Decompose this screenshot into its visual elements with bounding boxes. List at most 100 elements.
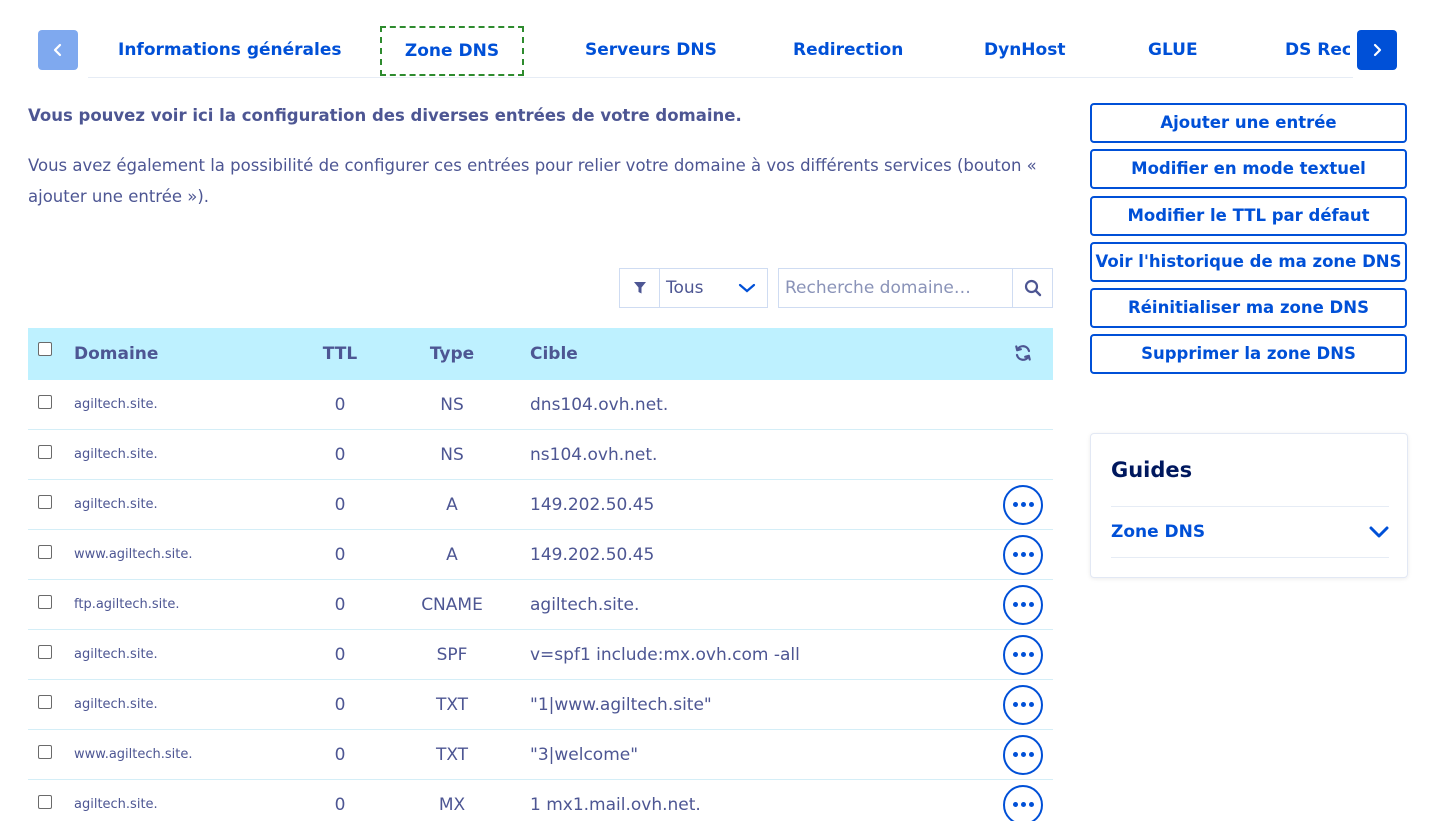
tab-ds-records[interactable]: DS Records bbox=[1285, 24, 1350, 76]
column-type[interactable]: Type bbox=[402, 328, 502, 380]
record-ttl: 0 bbox=[334, 794, 346, 815]
row-checkbox[interactable] bbox=[38, 744, 52, 759]
record-target: 1 mx1.mail.ovh.net. bbox=[530, 794, 701, 815]
tab-glue[interactable]: GLUE bbox=[1148, 24, 1198, 76]
refresh-icon bbox=[1015, 345, 1031, 361]
row-actions-button[interactable] bbox=[1003, 784, 1043, 821]
row-checkbox[interactable] bbox=[38, 394, 52, 409]
tab-dynhost[interactable]: DynHost bbox=[984, 24, 1065, 76]
search-button[interactable] bbox=[1012, 269, 1052, 307]
record-domain: agiltech.site. bbox=[74, 797, 158, 812]
guides-item-label: Zone DNS bbox=[1111, 522, 1206, 542]
search-input[interactable] bbox=[779, 269, 1012, 307]
delete-zone-button[interactable]: Supprimer la zone DNS bbox=[1090, 334, 1407, 375]
edit-default-ttl-button[interactable]: Modifier le TTL par défaut bbox=[1090, 195, 1407, 236]
record-domain: agiltech.site. bbox=[74, 647, 158, 662]
record-type: NS bbox=[440, 394, 464, 415]
record-target: 149.202.50.45 bbox=[530, 494, 655, 515]
tab-redirection[interactable]: Redirection bbox=[793, 24, 903, 76]
record-ttl: 0 bbox=[334, 444, 346, 465]
record-domain: www.agiltech.site. bbox=[74, 747, 193, 762]
type-filter-select[interactable]: Tous bbox=[619, 268, 768, 308]
more-dot bbox=[1020, 602, 1026, 607]
record-ttl: 0 bbox=[334, 394, 346, 415]
table-row: agiltech.site. 0 MX 1 mx1.mail.ovh.net. bbox=[28, 780, 1053, 821]
column-ttl[interactable]: TTL bbox=[298, 328, 382, 380]
more-dot bbox=[1028, 802, 1034, 807]
search-box bbox=[778, 268, 1053, 308]
row-checkbox[interactable] bbox=[38, 794, 52, 809]
record-type: TXT bbox=[435, 744, 469, 765]
row-checkbox[interactable] bbox=[38, 544, 52, 559]
row-checkbox[interactable] bbox=[38, 594, 52, 609]
intro-text: Vous avez également la possibilité de co… bbox=[28, 156, 1037, 206]
view-history-button[interactable]: Voir l'historique de ma zone DNS bbox=[1090, 241, 1407, 282]
more-dot bbox=[1012, 602, 1018, 607]
chevron-left-icon bbox=[53, 43, 62, 57]
row-checkbox[interactable] bbox=[38, 444, 52, 459]
row-checkbox[interactable] bbox=[38, 644, 52, 659]
tabs-bar: Informations générales Zone DNS Serveurs… bbox=[88, 24, 1350, 78]
record-type: TXT bbox=[435, 694, 469, 715]
intro-title: Vous pouvez voir ici la configuration de… bbox=[28, 106, 742, 125]
more-dot bbox=[1012, 752, 1018, 757]
record-type: SPF bbox=[436, 644, 468, 665]
record-ttl: 0 bbox=[334, 744, 346, 765]
add-entry-button[interactable]: Ajouter une entrée bbox=[1090, 103, 1407, 143]
row-actions-button[interactable] bbox=[1003, 634, 1043, 675]
more-dot bbox=[1020, 552, 1026, 557]
more-dot bbox=[1012, 702, 1018, 707]
guides-item-zone-dns[interactable]: Zone DNS bbox=[1111, 507, 1389, 557]
table-row: agiltech.site. 0 SPF v=spf1 include:mx.ovh.… bbox=[28, 630, 1053, 680]
zone-actions: Ajouter une entrée Modifier en mode text… bbox=[1090, 103, 1407, 381]
row-actions-button[interactable] bbox=[1003, 684, 1043, 725]
search-icon bbox=[1024, 279, 1041, 297]
edit-text-mode-button[interactable]: Modifier en mode textuel bbox=[1090, 149, 1407, 190]
row-checkbox[interactable] bbox=[38, 694, 52, 709]
more-dot bbox=[1020, 752, 1026, 757]
record-domain: agiltech.site. bbox=[74, 697, 158, 712]
column-domain[interactable]: Domaine bbox=[74, 328, 158, 380]
record-target: 149.202.50.45 bbox=[530, 544, 655, 565]
more-dot bbox=[1012, 652, 1018, 657]
row-checkbox[interactable] bbox=[38, 494, 52, 509]
row-actions-button[interactable] bbox=[1003, 484, 1043, 525]
table-row: www.agiltech.site. 0 TXT "3|welcome" bbox=[28, 730, 1053, 780]
record-target: dns104.ovh.net. bbox=[530, 394, 669, 415]
record-domain: agiltech.site. bbox=[74, 497, 158, 512]
select-all-checkbox[interactable] bbox=[38, 342, 52, 356]
row-actions-button[interactable] bbox=[1003, 734, 1043, 775]
refresh-button[interactable] bbox=[1003, 327, 1043, 379]
record-type: A bbox=[446, 544, 458, 565]
record-target: ns104.ovh.net. bbox=[530, 444, 658, 465]
record-domain: ftp.agiltech.site. bbox=[74, 597, 180, 612]
reset-zone-button[interactable]: Réinitialiser ma zone DNS bbox=[1090, 288, 1407, 329]
table-row: agiltech.site. 0 NS dns104.ovh.net. bbox=[28, 380, 1053, 430]
more-dot bbox=[1028, 602, 1034, 607]
record-ttl: 0 bbox=[334, 544, 346, 565]
record-domain: agiltech.site. bbox=[74, 447, 158, 462]
record-target: agiltech.site. bbox=[530, 594, 640, 615]
record-type: A bbox=[446, 494, 458, 515]
chevron-down-icon bbox=[1369, 526, 1389, 538]
record-type: MX bbox=[438, 794, 466, 815]
tabs-divider bbox=[88, 77, 1353, 78]
more-dot bbox=[1012, 552, 1018, 557]
more-dot bbox=[1028, 702, 1034, 707]
column-target[interactable]: Cible bbox=[530, 328, 578, 380]
tab-informations-generales[interactable]: Informations générales bbox=[118, 24, 342, 76]
tabs-prev-button[interactable] bbox=[38, 30, 78, 70]
chevron-down-icon bbox=[727, 282, 767, 294]
tabs-next-button[interactable] bbox=[1357, 30, 1397, 70]
record-ttl: 0 bbox=[334, 594, 346, 615]
row-actions-button[interactable] bbox=[1003, 534, 1043, 575]
more-dot bbox=[1020, 702, 1026, 707]
tab-zone-dns[interactable]: Zone DNS bbox=[380, 26, 524, 76]
row-actions-button[interactable] bbox=[1003, 584, 1043, 625]
record-ttl: 0 bbox=[334, 494, 346, 515]
tab-serveurs-dns[interactable]: Serveurs DNS bbox=[585, 24, 717, 76]
record-type: NS bbox=[440, 444, 464, 465]
more-dot bbox=[1012, 802, 1018, 807]
more-dot bbox=[1020, 652, 1026, 657]
record-target: v=spf1 include:mx.ovh.com -all bbox=[530, 644, 800, 665]
